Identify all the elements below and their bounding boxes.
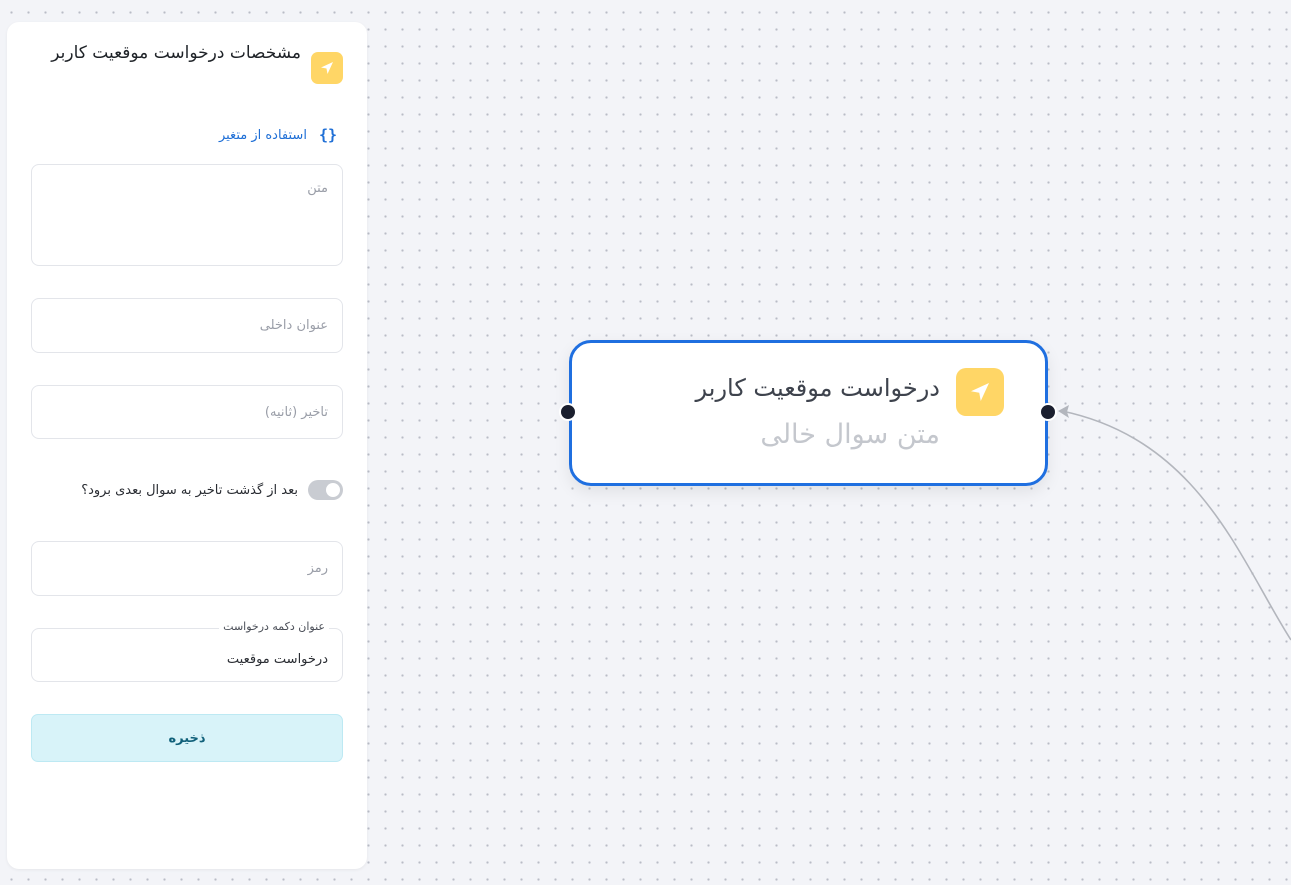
- location-arrow-icon: [956, 368, 1004, 416]
- auto-advance-toggle[interactable]: [308, 480, 343, 500]
- save-button[interactable]: ذخیره: [31, 714, 343, 762]
- password-field[interactable]: [31, 541, 343, 596]
- braces-icon: {}: [318, 126, 337, 144]
- auto-advance-row: بعد از گذشت تاخیر به سوال بعدی برود؟: [81, 480, 343, 500]
- node-output-port[interactable]: [559, 403, 577, 421]
- location-arrow-icon: [311, 52, 343, 84]
- request-button-title-label: عنوان دکمه درخواست: [219, 620, 329, 633]
- delay-seconds-field[interactable]: [31, 385, 343, 439]
- panel-header: مشخصات درخواست موقعیت کاربر: [41, 40, 343, 84]
- toggle-knob: [326, 483, 340, 497]
- properties-panel: مشخصات درخواست موقعیت کاربر {} استفاده ا…: [7, 22, 367, 869]
- node-title: درخواست موقعیت کاربر: [695, 374, 940, 402]
- request-button-title-field[interactable]: [31, 628, 343, 682]
- auto-advance-label: بعد از گذشت تاخیر به سوال بعدی برود؟: [81, 482, 298, 498]
- edge-arrowhead: [1058, 405, 1069, 418]
- internal-title-field[interactable]: [31, 298, 343, 353]
- node-subtitle: متن سوال خالی: [760, 419, 940, 450]
- use-variable-link[interactable]: {} استفاده از متغیر: [219, 126, 337, 144]
- text-field[interactable]: [31, 164, 343, 266]
- use-variable-label: استفاده از متغیر: [218, 127, 307, 143]
- node-input-port[interactable]: [1039, 403, 1057, 421]
- location-request-node[interactable]: درخواست موقعیت کاربر متن سوال خالی: [569, 340, 1048, 486]
- panel-title: مشخصات درخواست موقعیت کاربر: [51, 43, 301, 63]
